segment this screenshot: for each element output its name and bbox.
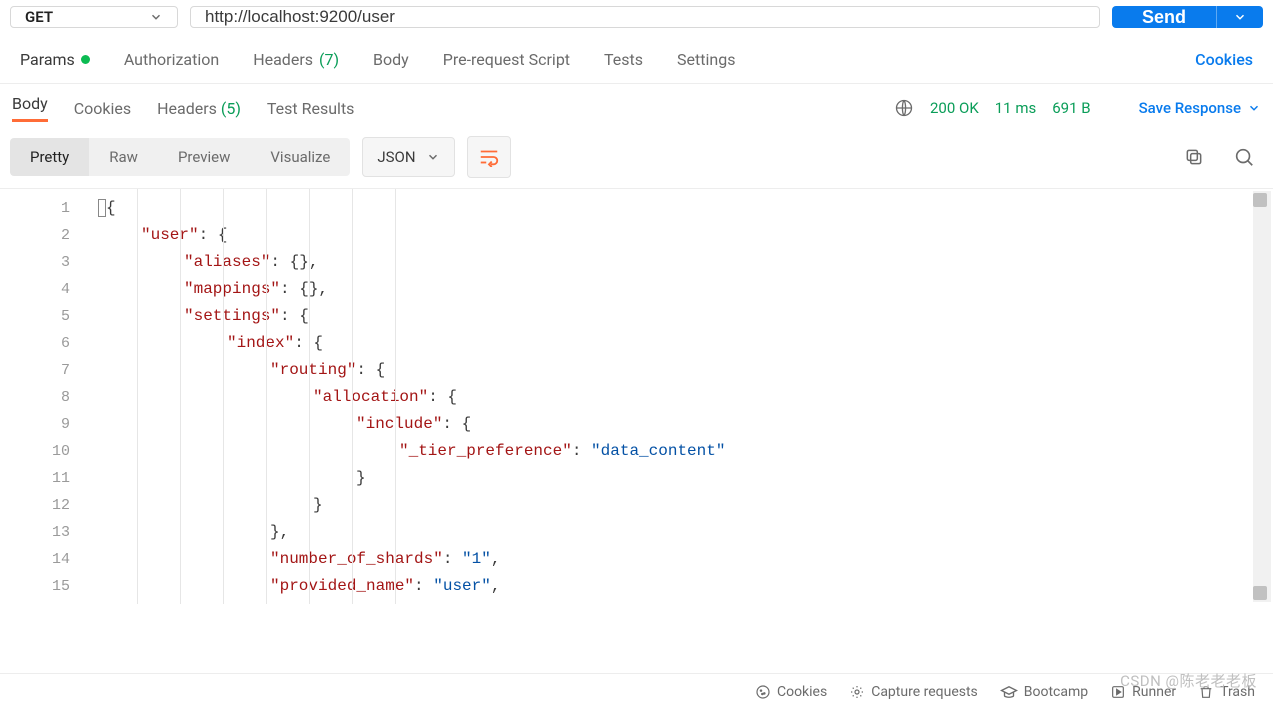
send-dropdown-button[interactable] [1216,6,1263,28]
search-icon[interactable] [1225,138,1263,176]
status-cookies-label: Cookies [777,684,827,700]
status-bootcamp-label: Bootcamp [1024,684,1088,700]
globe-icon[interactable] [894,98,914,118]
view-mode-segment: Pretty Raw Preview Visualize [10,138,350,176]
tab-body[interactable]: Body [373,50,409,69]
save-response-button[interactable]: Save Response [1139,99,1261,117]
status-bar: Cookies Capture requests Bootcamp Runner… [0,673,1273,709]
code-line: "allocation": { [92,384,1273,411]
language-value: JSON [377,148,415,166]
code-line: } [92,492,1273,519]
tab-headers[interactable]: Headers (7) [253,50,339,69]
tab-pre-request[interactable]: Pre-request Script [443,50,570,69]
status-code: 200 OK [930,99,979,117]
scrollbar-thumb-top[interactable] [1253,193,1267,207]
status-cookies[interactable]: Cookies [755,684,827,700]
response-body-viewer[interactable]: 123456789101112131415 {"user": {"aliases… [0,188,1273,604]
view-raw[interactable]: Raw [89,138,158,176]
code-line: "mappings": {}, [92,276,1273,303]
headers-count: (7) [319,50,339,69]
http-method-select[interactable]: GET [10,6,178,28]
code-line: "settings": { [92,303,1273,330]
code-line: }, [92,519,1273,546]
save-response-label: Save Response [1139,99,1241,117]
status-trash[interactable]: Trash [1198,684,1255,700]
url-field-wrap[interactable] [190,6,1100,28]
tab-label: Params [20,50,75,69]
copy-icon[interactable] [1175,138,1213,176]
code-line: "_tier_preference": "data_content" [92,438,1273,465]
wrap-lines-button[interactable] [467,136,511,178]
status-capture-label: Capture requests [871,684,978,700]
language-select[interactable]: JSON [362,137,454,177]
code-line: "aliases": {}, [92,249,1273,276]
status-trash-label: Trash [1220,684,1255,700]
view-visualize[interactable]: Visualize [250,138,350,176]
code-line: "user": { [92,222,1273,249]
send-button[interactable]: Send [1112,6,1216,28]
status-runner[interactable]: Runner [1110,684,1176,700]
status-runner-label: Runner [1132,684,1176,700]
code-line: "routing": { [92,357,1273,384]
scrollbar-track[interactable] [1253,191,1271,602]
view-pretty[interactable]: Pretty [10,138,89,176]
tab-settings[interactable]: Settings [677,50,735,69]
response-time: 11 ms [995,99,1036,117]
status-capture[interactable]: Capture requests [849,684,978,700]
cookies-link[interactable]: Cookies [1195,50,1253,69]
code-line: } [92,465,1273,492]
tab-tests[interactable]: Tests [604,50,643,69]
scrollbar-thumb-bottom[interactable] [1253,586,1267,600]
tab-label: Headers [157,99,217,118]
chevron-down-icon [426,150,440,164]
code-line: "index": { [92,330,1273,357]
code-line: "include": { [92,411,1273,438]
resp-tab-cookies[interactable]: Cookies [74,99,131,118]
params-active-dot-icon [81,55,90,64]
code-line: "provided_name": "user", [92,573,1273,600]
url-input[interactable] [205,7,1085,27]
chevron-down-icon [1247,101,1261,115]
code-line: { [92,195,1273,222]
response-size: 691 B [1052,99,1090,117]
code-line: "number_of_shards": "1", [92,546,1273,573]
resp-tab-test-results[interactable]: Test Results [267,99,355,118]
resp-tab-headers[interactable]: Headers (5) [157,99,241,118]
http-method-value: GET [25,8,53,26]
status-bootcamp[interactable]: Bootcamp [1000,684,1088,700]
chevron-down-icon [1233,10,1247,24]
view-preview[interactable]: Preview [158,138,250,176]
resp-headers-count: (5) [221,99,241,118]
tab-params[interactable]: Params [20,50,90,69]
tab-label: Headers [253,50,313,69]
resp-tab-body[interactable]: Body [12,94,48,122]
tab-authorization[interactable]: Authorization [124,50,219,69]
chevron-down-icon [149,10,163,24]
